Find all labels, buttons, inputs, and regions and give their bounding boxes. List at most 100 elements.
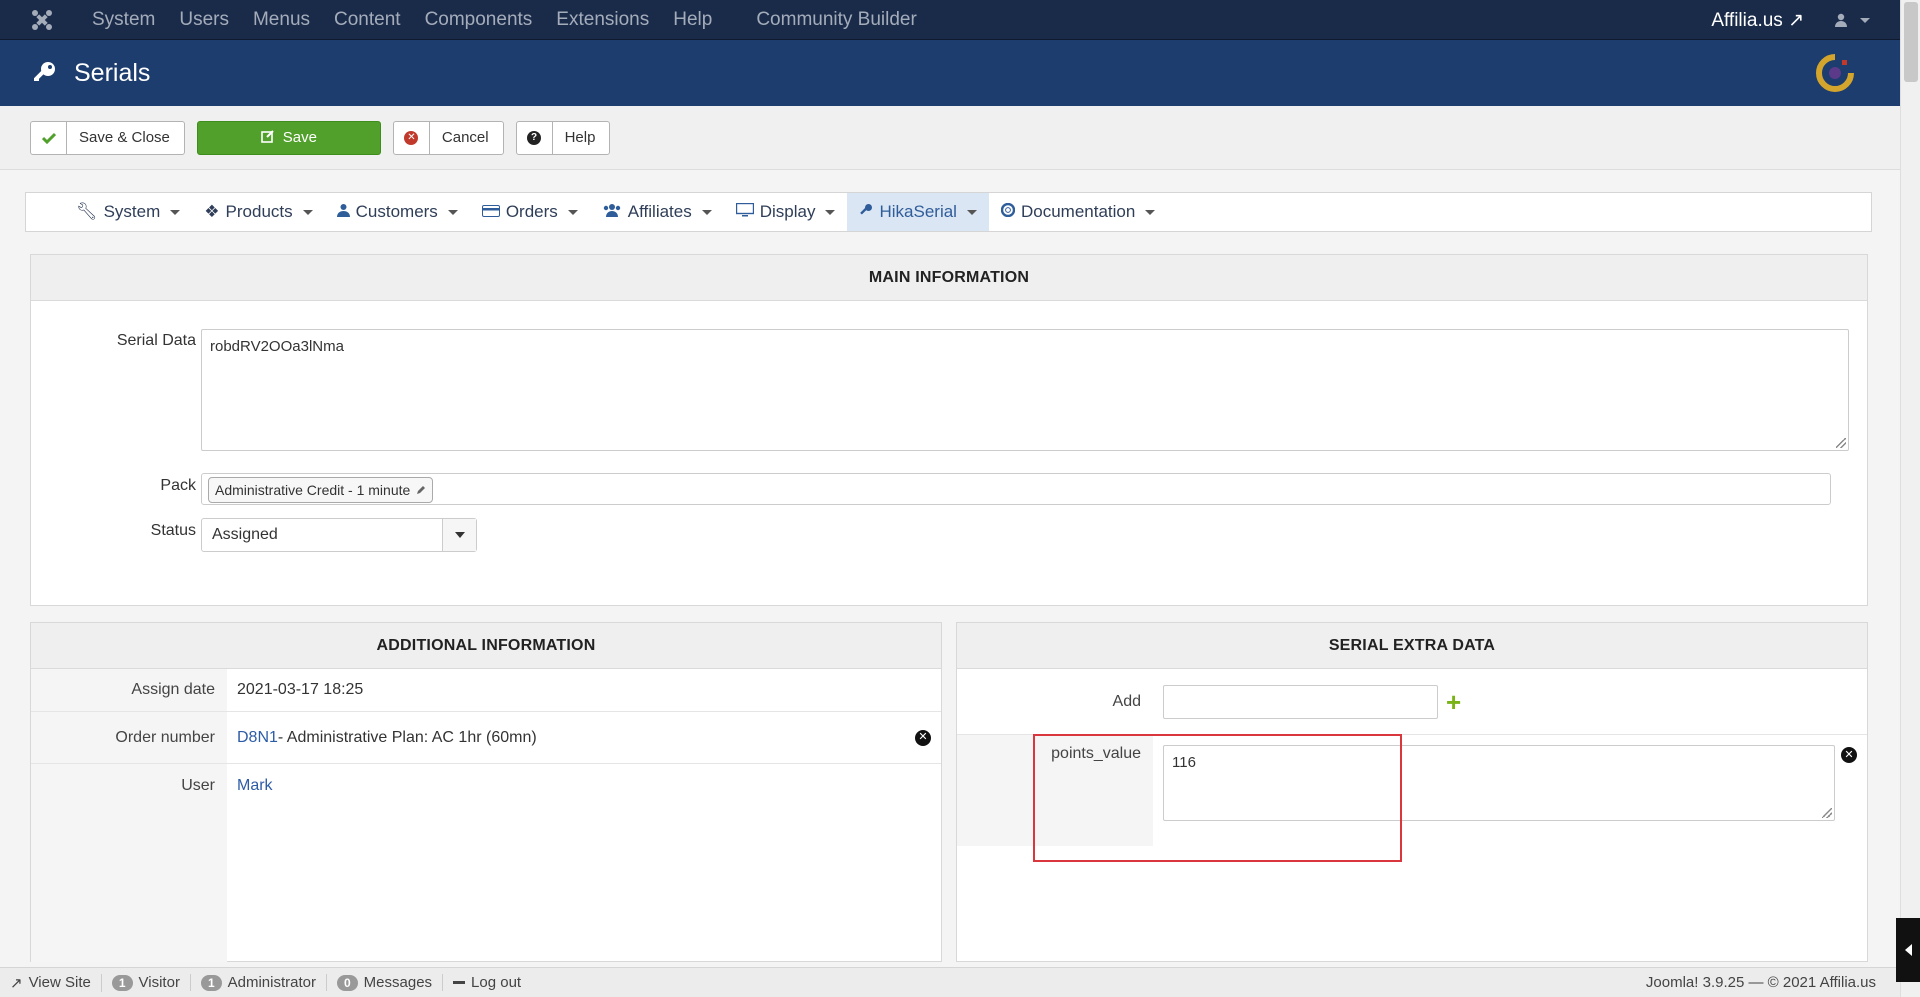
status-select[interactable]: Assigned xyxy=(201,518,477,552)
chevron-down-icon xyxy=(170,209,181,215)
nav-documentation[interactable]: Documentation xyxy=(989,193,1167,231)
joomla-logo-icon[interactable] xyxy=(22,0,62,40)
nav-hikaserial[interactable]: HikaSerial xyxy=(847,193,989,231)
user-link[interactable]: Mark xyxy=(237,777,273,795)
administrator-count-badge: 1 xyxy=(200,974,222,991)
save-close-label: Save & Close xyxy=(79,129,170,146)
version-text: Joomla! 3.9.25 — © 2021 Affilia.us xyxy=(1645,974,1876,991)
messages-count-badge: 0 xyxy=(336,974,358,991)
chevron-down-icon xyxy=(447,209,458,215)
status-select-value: Assigned xyxy=(212,526,278,543)
check-icon xyxy=(31,121,67,154)
resize-grip-icon[interactable] xyxy=(1822,808,1832,818)
save-label: Save xyxy=(282,129,317,146)
remove-field-icon[interactable]: ✕ xyxy=(1841,747,1857,763)
logout-link[interactable]: Log out xyxy=(443,974,531,991)
order-number-value: D8N1 - Administrative Plan: AC 1hr (60mn… xyxy=(227,712,941,763)
collapse-toggle[interactable] xyxy=(1896,918,1920,982)
add-key-input[interactable] xyxy=(1163,684,1438,719)
administrator-label: Administrator xyxy=(227,974,316,991)
chevron-left-icon xyxy=(1904,944,1912,956)
user-label: User xyxy=(31,764,227,808)
status-bar: ↗ View Site 1 Visitor 1 Administrator 0 Mess… xyxy=(0,967,1900,997)
main-information-title: MAIN INFORMATION xyxy=(31,255,1867,301)
menu-menus[interactable]: Menus xyxy=(241,0,322,40)
pack-tag-label: Administrative Credit - 1 minute xyxy=(215,482,411,498)
main-information-panel: MAIN INFORMATION Serial Data robdRV2OOa3… xyxy=(30,254,1868,606)
serial-extra-data-title: SERIAL EXTRA DATA xyxy=(957,623,1867,669)
nav-products-label: Products xyxy=(225,202,293,221)
chevron-down-icon xyxy=(701,209,712,215)
menu-extensions[interactable]: Extensions xyxy=(544,0,661,40)
nav-affiliates[interactable]: Affiliates xyxy=(590,193,724,231)
chevron-down-icon xyxy=(825,209,836,215)
assign-date-label: Assign date xyxy=(31,669,227,711)
messages-status[interactable]: 0 Messages xyxy=(327,974,444,991)
administrator-status[interactable]: 1 Administrator xyxy=(191,974,327,991)
remove-order-icon[interactable]: ✕ xyxy=(915,729,931,746)
serial-data-field[interactable]: robdRV2OOa3lNma xyxy=(201,329,1849,451)
menu-users[interactable]: Users xyxy=(167,0,241,40)
menu-components[interactable]: Components xyxy=(413,0,545,40)
view-site-link[interactable]: ↗ View Site xyxy=(0,973,102,992)
visitor-status[interactable]: 1 Visitor xyxy=(102,974,191,991)
nav-system-label: System xyxy=(103,202,161,221)
plus-icon[interactable]: + xyxy=(1446,689,1461,715)
nav-display[interactable]: Display xyxy=(724,193,848,231)
serial-data-value: robdRV2OOa3lNma xyxy=(210,338,344,355)
pack-field[interactable]: Administrative Credit - 1 minute xyxy=(201,473,1831,505)
external-link-icon: ↗ xyxy=(1788,9,1804,31)
save-button[interactable]: Save xyxy=(196,120,381,155)
additional-information-title: ADDITIONAL INFORMATION xyxy=(31,623,941,669)
serial-data-label: Serial Data xyxy=(116,332,196,349)
user-menu[interactable] xyxy=(1834,13,1870,27)
user-icon xyxy=(1835,13,1847,27)
scrollbar-thumb[interactable] xyxy=(1904,2,1918,82)
help-button[interactable]: ? Help xyxy=(515,120,611,155)
menu-system[interactable]: System xyxy=(80,0,167,40)
label-column-filler xyxy=(31,808,227,962)
nav-orders-label: Orders xyxy=(505,202,558,221)
key-icon xyxy=(30,59,58,87)
cancel-button[interactable]: ✕ Cancel xyxy=(392,120,504,155)
key-icon xyxy=(859,202,873,222)
visitor-count-badge: 1 xyxy=(111,974,133,991)
site-link-label: Affilia.us xyxy=(1711,9,1783,31)
save-close-button[interactable]: Save & Close xyxy=(30,120,185,155)
add-row: Add + xyxy=(957,669,1867,735)
page-scrollbar[interactable] xyxy=(1900,0,1920,997)
users-icon xyxy=(602,202,622,222)
nav-hikaserial-label: HikaSerial xyxy=(879,202,957,221)
nav-products[interactable]: ❖ Products xyxy=(192,193,324,231)
pack-tag[interactable]: Administrative Credit - 1 minute xyxy=(208,477,434,503)
chevron-down-icon xyxy=(1860,17,1870,23)
menu-community-builder[interactable]: Community Builder xyxy=(744,0,929,40)
messages-label: Messages xyxy=(363,974,433,991)
menu-help[interactable]: Help xyxy=(661,0,724,40)
cancel-label: Cancel xyxy=(441,129,489,146)
order-link[interactable]: D8N1 xyxy=(237,729,278,747)
nav-customers[interactable]: Customers xyxy=(325,193,470,231)
menu-content[interactable]: Content xyxy=(322,0,413,40)
pack-label: Pack xyxy=(160,477,196,494)
admin-top-bar: System Users Menus Content Components Ex… xyxy=(0,0,1900,40)
site-link[interactable]: Affilia.us ↗ xyxy=(1711,9,1804,32)
nav-affiliates-label: Affiliates xyxy=(627,202,692,221)
cancel-icon: ✕ xyxy=(394,121,430,154)
help-label: Help xyxy=(564,129,596,146)
additional-information-panel: ADDITIONAL INFORMATION Assign date 2021-… xyxy=(30,622,942,962)
user-icon xyxy=(336,202,350,222)
nav-orders[interactable]: Orders xyxy=(470,193,590,231)
visitor-label: Visitor xyxy=(138,974,180,991)
external-link-icon: ↗ xyxy=(10,974,23,992)
lifebuoy-icon xyxy=(1000,202,1016,222)
question-icon: ? xyxy=(517,121,553,154)
resize-grip-icon[interactable] xyxy=(1836,438,1846,448)
chevron-down-icon[interactable] xyxy=(442,519,476,551)
pencil-icon[interactable] xyxy=(416,482,426,498)
nav-system[interactable]: 🔧︎ System xyxy=(64,193,192,231)
user-value: Mark xyxy=(227,764,941,808)
monitor-icon xyxy=(735,202,754,222)
order-description: - Administrative Plan: AC 1hr (60mn) xyxy=(277,728,537,746)
order-number-row: Order number D8N1 - Administrative Plan:… xyxy=(31,712,941,764)
